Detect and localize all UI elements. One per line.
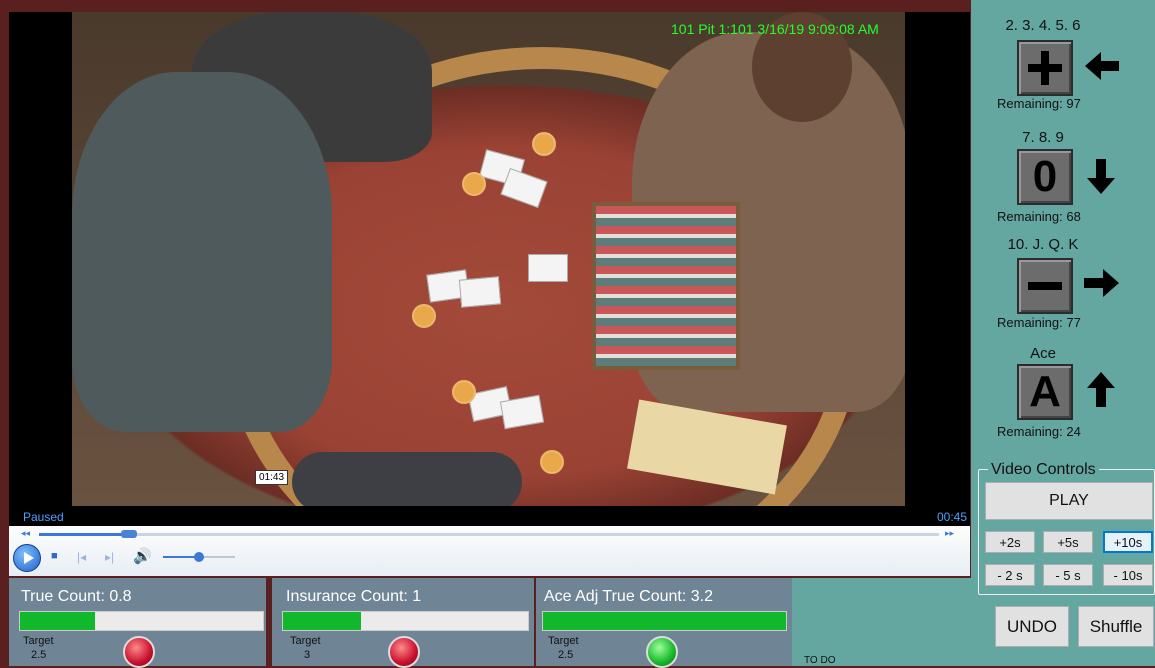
volume-thumb[interactable] (194, 552, 204, 562)
chip (540, 450, 564, 474)
high-cards-label: 10. J. Q. K (1007, 236, 1079, 253)
todo-label: TO DO (804, 655, 836, 666)
insurance-count-label: Insurance Count: 1 (286, 588, 422, 605)
target-label: Target (23, 635, 54, 647)
play-icon[interactable] (13, 544, 41, 572)
ace-adj-count-fill (543, 612, 786, 630)
stop-icon[interactable]: ■ (51, 550, 58, 562)
video-controls-group: Video Controls PLAY +2s +5s +10s - 2 s -… (978, 461, 1155, 595)
status-light (646, 636, 678, 668)
back-10s-button[interactable]: - 10s (1103, 564, 1153, 586)
arrow-right-icon (1084, 269, 1119, 297)
previous-icon[interactable]: |◂ (77, 550, 86, 564)
plus-icon (1028, 51, 1062, 85)
ace-adj-count-panel: Ace Adj True Count: 3.2 Target 2.5 (536, 578, 792, 668)
chip (452, 380, 476, 404)
ace-adj-count-bar (542, 611, 787, 631)
target-label: Target (548, 635, 579, 647)
true-count-label: True Count: 0.8 (21, 588, 132, 605)
playing-card (458, 276, 502, 308)
ace-adj-count-label: Ace Adj True Count: 3.2 (544, 588, 713, 605)
target-value: 2.5 (31, 649, 47, 661)
low-card-button[interactable] (1017, 40, 1073, 96)
forward-2s-button[interactable]: +2s (985, 531, 1035, 553)
forward-end-icon[interactable]: ▸▸ (945, 528, 954, 539)
volume-icon[interactable]: 🔊 (133, 547, 152, 565)
high-card-button[interactable] (1017, 258, 1073, 314)
chip (412, 304, 436, 328)
video-panel: 01:43 101 Pit 1:101 3/16/19 9:09:08 AM P… (9, 12, 970, 526)
volume-slider[interactable] (163, 552, 235, 562)
undo-button[interactable]: UNDO (995, 606, 1069, 647)
target-label: Target (290, 635, 321, 647)
rewind-end-icon[interactable]: ◂◂ (21, 528, 30, 539)
shuffle-button[interactable]: Shuffle (1078, 606, 1154, 647)
player-arm (292, 452, 522, 506)
low-cards-remaining: Remaining: 97 (997, 96, 1081, 111)
chip (462, 172, 486, 196)
card-entry-sidebar: 2. 3. 4. 5. 6 Remaining: 97 7. 8. 9 0 Re… (971, 0, 1155, 666)
back-2s-button[interactable]: - 2 s (985, 564, 1035, 586)
neutral-cards-remaining: Remaining: 68 (997, 209, 1081, 224)
player-control-bar: ◂◂ ▸▸ ■ |◂ ▸| 🔊 (9, 526, 970, 576)
arrow-left-icon (1085, 52, 1119, 80)
elapsed-time: 00:45 (936, 510, 967, 524)
true-count-fill (20, 612, 96, 630)
play-button[interactable]: PLAY (985, 482, 1153, 520)
arrow-up-icon (1087, 372, 1115, 407)
target-value: 2.5 (558, 649, 574, 661)
camera-timestamp: 101 Pit 1:101 3/16/19 9:09:08 AM (671, 21, 879, 37)
target-value: 3 (304, 649, 311, 661)
player-left (72, 72, 332, 432)
true-count-panel: True Count: 0.8 Target 2.5 (9, 578, 266, 668)
insurance-count-bar (282, 611, 529, 631)
todo-area (792, 578, 971, 666)
ace-remaining: Remaining: 24 (997, 424, 1081, 439)
chip-rack (592, 202, 740, 370)
status-light (123, 636, 155, 668)
low-cards-label: 2. 3. 4. 5. 6 (1005, 17, 1081, 34)
seek-thumb[interactable] (121, 530, 137, 538)
seek-slider[interactable] (39, 530, 939, 538)
true-count-bar (19, 611, 264, 631)
playback-status: Paused (23, 510, 64, 524)
next-icon[interactable]: ▸| (105, 550, 114, 564)
insurance-count-fill (283, 612, 362, 630)
minus-icon (1028, 282, 1062, 290)
insurance-count-panel: Insurance Count: 1 Target 3 (272, 578, 534, 668)
video-frame[interactable]: 01:43 (72, 12, 905, 506)
neutral-cards-label: 7. 8. 9 (1022, 129, 1064, 146)
video-controls-title: Video Controls (988, 461, 1099, 479)
high-cards-remaining: Remaining: 77 (997, 315, 1081, 330)
arrow-down-icon (1087, 159, 1115, 194)
neutral-card-button[interactable]: 0 (1017, 149, 1073, 205)
ace-label: Ace (1030, 345, 1056, 362)
forward-10s-button[interactable]: +10s (1103, 531, 1153, 553)
ace-button[interactable]: A (1017, 364, 1073, 420)
status-light (388, 636, 420, 668)
forward-5s-button[interactable]: +5s (1043, 531, 1093, 553)
clip-time-marker: 01:43 (255, 470, 289, 485)
chip (532, 132, 556, 156)
seek-progress (39, 533, 129, 536)
playing-card (528, 254, 568, 282)
back-5s-button[interactable]: - 5 s (1043, 564, 1093, 586)
